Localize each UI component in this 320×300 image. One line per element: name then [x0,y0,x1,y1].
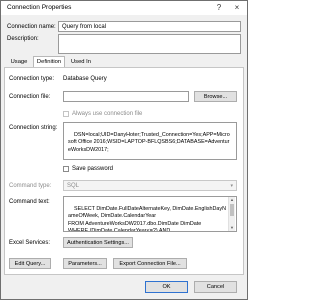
save-password-checkbox[interactable] [63,166,69,172]
always-use-connection-file-checkbox[interactable] [63,111,69,117]
export-connection-file-button[interactable]: Export Connection File... [113,258,187,269]
tab-used-in-label: Used In [71,59,91,65]
parameters-button[interactable]: Parameters... [63,258,107,269]
description-label: Description: [7,36,39,42]
always-use-connection-file-label: Always use connection file [72,111,143,117]
command-type-select[interactable]: SQL ▾ [63,180,237,191]
connection-string-value: DSN=local;UID=DanyHoter;Trusted_Connecti… [68,132,230,153]
connection-name-label: Connection name: [7,24,56,30]
connection-properties-dialog: Connection Properties ? × Connection nam… [0,0,248,300]
connection-name-value: Query from local [62,24,107,30]
connection-name-input[interactable]: Query from local [58,21,241,32]
command-text-textarea[interactable]: SELECT DimDate.FullDateAlternateKey, Dim… [63,196,237,232]
scroll-up-arrow-icon[interactable]: ▲ [229,197,235,203]
tab-definition-label: Definition [36,59,62,65]
command-text-scrollbar[interactable]: ▲ ▼ [228,197,235,231]
connection-file-input[interactable] [63,91,189,102]
chevron-down-icon: ▾ [230,183,233,189]
tab-used-in[interactable]: Used In [67,57,95,67]
description-input[interactable] [58,34,241,54]
command-type-label: Command type: [9,183,52,189]
connection-type-label: Connection type: [9,76,55,82]
browse-button[interactable]: Browse... [194,91,237,102]
excel-services-label: Excel Services: [9,240,51,246]
cancel-button[interactable]: Cancel [194,281,237,293]
dialog-title: Connection Properties [7,4,72,11]
authentication-settings-button[interactable]: Authentication Settings... [63,237,133,248]
close-button[interactable]: × [231,2,243,13]
save-password-label: Save password [72,166,114,172]
connection-string-textarea[interactable]: DSN=local;UID=DanyHoter;Trusted_Connecti… [63,122,237,160]
tab-usage-label: Usage [10,59,28,65]
ok-button[interactable]: OK [145,281,188,293]
connection-file-label: Connection file: [9,94,51,100]
scroll-thumb[interactable] [230,204,234,216]
help-button[interactable]: ? [213,2,225,13]
connection-string-label: Connection string: [9,125,58,131]
connection-name-label-text: Connection name: [7,24,56,30]
command-text-value: SELECT DimDate.FullDateAlternateKey, Dim… [68,206,226,232]
command-text-label: Command text: [9,199,50,205]
connection-type-value: Database Query [63,76,107,82]
tab-usage[interactable]: Usage [7,57,31,67]
title-bar: Connection Properties ? × [1,1,247,15]
command-type-value: SQL [67,183,80,189]
scroll-down-arrow-icon[interactable]: ▼ [229,225,235,231]
edit-query-button[interactable]: Edit Query... [9,258,51,269]
